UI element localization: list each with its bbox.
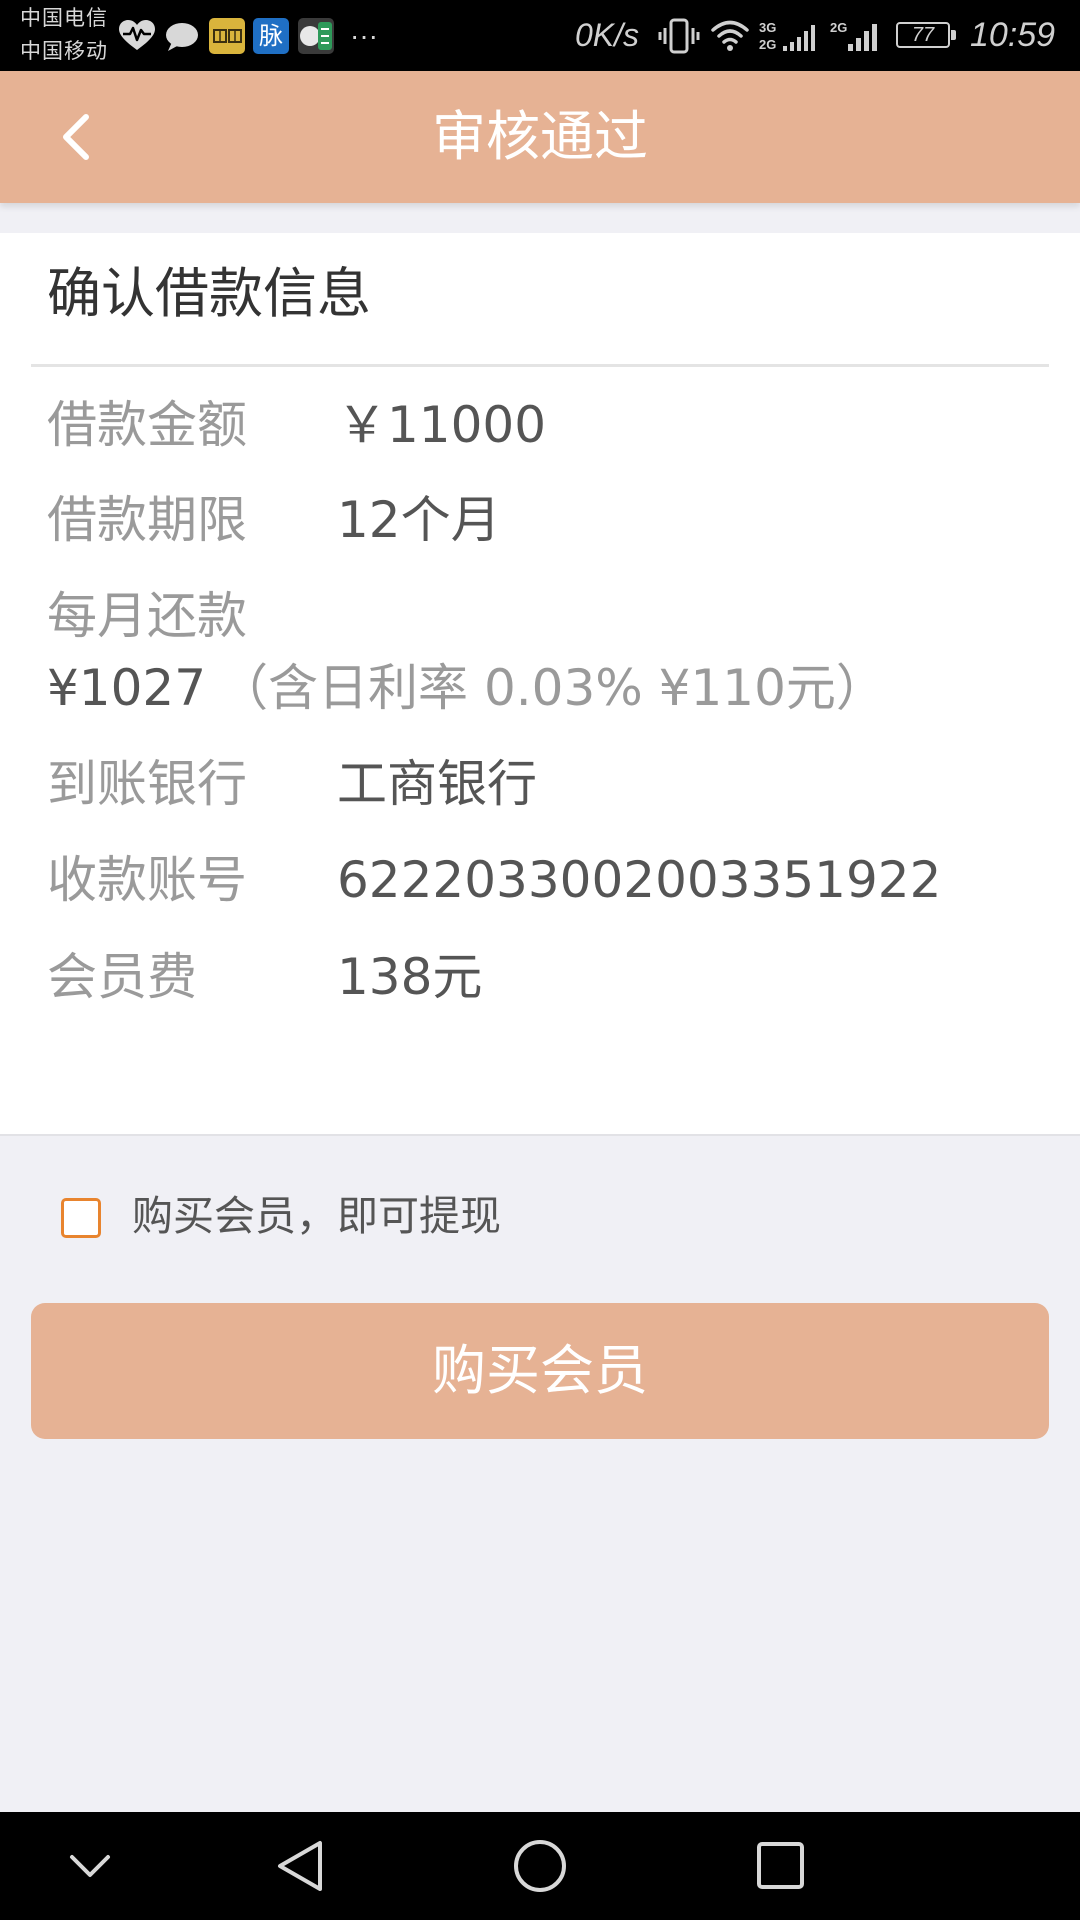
mai-logo-text: 脉	[259, 22, 283, 50]
account-value: 6222033002003351922	[337, 851, 942, 909]
term-value: 12个月	[337, 491, 501, 549]
monthly-payment-value: ¥1027	[47, 659, 207, 717]
monthly-payment-note: （含日利率 0.03% ¥110元）	[218, 659, 886, 717]
more-notifications: ···	[350, 20, 378, 51]
chat-bubble-icon	[166, 23, 198, 51]
battery-nub	[951, 30, 956, 40]
home-circle-icon[interactable]	[514, 1840, 566, 1892]
membership-checkbox-label[interactable]: 购买会员，即可提现	[132, 1191, 501, 1241]
membership-checkbox[interactable]	[61, 1198, 101, 1238]
back-triangle-icon[interactable]	[260, 1826, 340, 1906]
signal-icon: 3G 2G	[759, 20, 815, 52]
amount-value: ￥11000	[337, 396, 547, 454]
app-icon-green	[298, 18, 334, 54]
term-label: 借款期限	[47, 491, 247, 549]
chevron-down-icon[interactable]	[50, 1826, 130, 1906]
buy-membership-button[interactable]: 购买会员	[31, 1303, 1049, 1439]
sim1-type-top: 3G	[759, 20, 776, 35]
heart-rate-icon	[119, 20, 155, 50]
membership-fee-value: 138元	[337, 948, 483, 1006]
net-speed: 0K/s	[575, 17, 640, 53]
sim2-type: 2G	[830, 20, 847, 35]
divider	[31, 364, 1049, 367]
recents-square-icon[interactable]	[757, 1842, 804, 1889]
carrier-1: 中国电信	[20, 6, 108, 30]
bank-value: 工商银行	[337, 755, 537, 813]
monthly-payment-label: 每月还款	[47, 587, 247, 645]
vibrate-icon	[658, 18, 700, 54]
status-bar: 中国电信 中国移动 脉 ··· 0K/s 3G 2G 2G 77 10:59	[0, 0, 1080, 71]
app-icon-yellow	[209, 18, 245, 54]
app-icon-mai: 脉	[253, 18, 289, 54]
card-title: 确认借款信息	[47, 262, 371, 325]
carrier-2: 中国移动	[20, 39, 108, 63]
sim1-type-bottom: 2G	[759, 37, 776, 52]
membership-fee-label: 会员费	[47, 948, 197, 1006]
loan-info-card: 确认借款信息 借款金额 ￥11000 借款期限 12个月 每月还款 ¥1027 （…	[0, 233, 1080, 1136]
system-nav-bar	[0, 1812, 1080, 1920]
battery-level: 77	[911, 24, 935, 46]
account-label: 收款账号	[47, 851, 247, 909]
page-title: 审核通过	[432, 105, 648, 168]
wifi-icon	[711, 20, 749, 51]
bank-label: 到账银行	[47, 755, 247, 813]
amount-label: 借款金额	[47, 396, 247, 454]
battery-icon: 77	[896, 22, 950, 48]
header-bar: 审核通过	[0, 71, 1080, 203]
nav-bar-icons	[50, 1826, 804, 1906]
signal-icon: 2G	[830, 20, 877, 51]
clock: 10:59	[970, 16, 1056, 54]
monthly-payment-line: ¥1027 （含日利率 0.03% ¥110元）	[47, 658, 886, 718]
